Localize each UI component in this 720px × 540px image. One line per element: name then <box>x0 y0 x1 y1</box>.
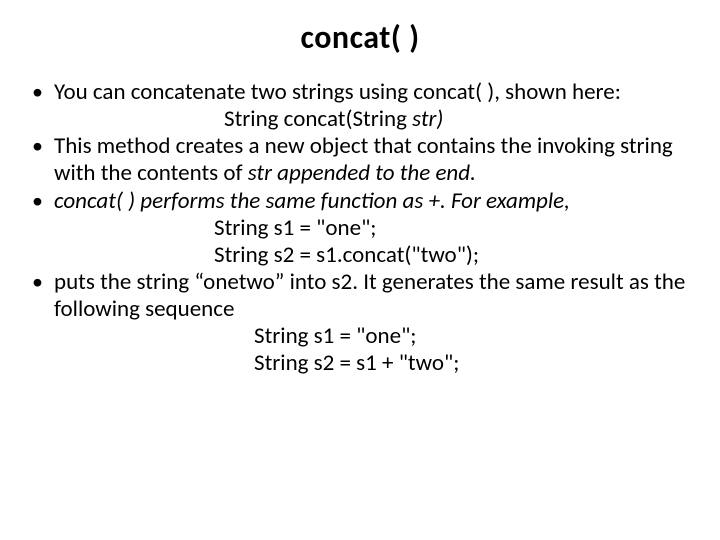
bullet-subline: String concat(String str) <box>54 106 692 133</box>
bullet-text-italic: concat( ) performs the same function as … <box>54 187 570 215</box>
bullet-text-italic: str appended to the end. <box>248 159 476 187</box>
bullet-item: You can concatenate two strings using co… <box>28 79 692 133</box>
bullet-item: This method creates a new object that co… <box>28 133 692 187</box>
slide: concat( ) You can concatenate two string… <box>0 0 720 540</box>
bullet-subline: String s2 = s1.concat("two"); <box>54 242 692 269</box>
bullet-subline: String s1 = "one"; <box>54 323 692 350</box>
bullet-item: puts the string “onetwo” into s2. It gen… <box>28 269 692 378</box>
bullet-list: You can concatenate two strings using co… <box>28 79 692 377</box>
slide-title: concat( ) <box>28 18 692 57</box>
bullet-subline: String s1 = "one"; <box>54 215 692 242</box>
bullet-subline: String s2 = s1 + "two"; <box>54 350 692 377</box>
bullet-text: puts the string “onetwo” into s2. It gen… <box>54 268 685 323</box>
bullet-text: You can concatenate two strings using co… <box>54 78 621 106</box>
bullet-item: concat( ) performs the same function as … <box>28 188 692 269</box>
code-text: String concat(String <box>224 105 412 133</box>
code-italic: str) <box>412 105 443 133</box>
